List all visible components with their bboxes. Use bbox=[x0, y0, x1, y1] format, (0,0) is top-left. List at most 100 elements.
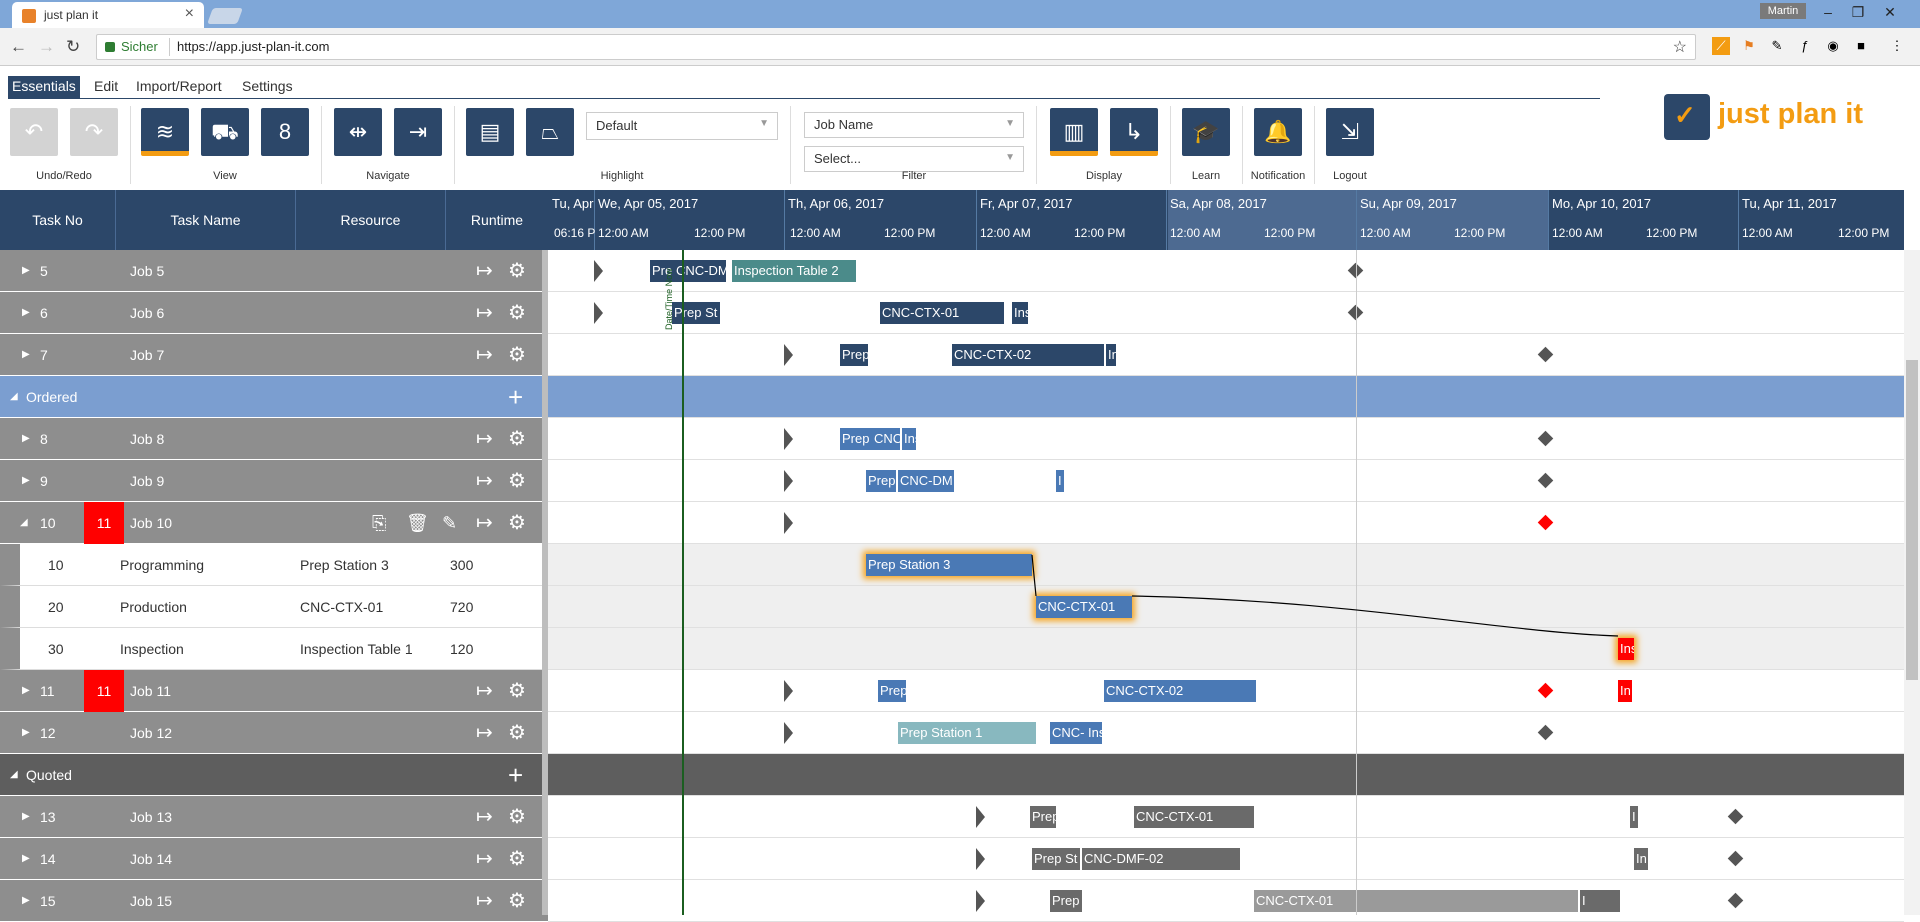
task-bar[interactable]: Prep bbox=[878, 680, 906, 702]
column-header-task-no[interactable]: Task No bbox=[0, 190, 116, 250]
gear-icon[interactable]: ⚙ bbox=[508, 712, 526, 754]
collapse-caret-icon[interactable]: ◢ bbox=[10, 754, 18, 796]
tab-essentials[interactable]: Essentials bbox=[8, 76, 80, 98]
group-row-ordered[interactable]: ◢ Ordered + bbox=[0, 376, 548, 418]
forward-icon[interactable]: → bbox=[38, 37, 55, 57]
learn-button[interactable]: 🎓 bbox=[1182, 108, 1230, 156]
bookmark-star-icon[interactable]: ☆ bbox=[1673, 37, 1687, 57]
extension-icon[interactable]: ⟋ bbox=[1712, 37, 1730, 55]
reload-icon[interactable]: ↻ bbox=[66, 37, 80, 57]
expand-caret-icon[interactable]: ▶ bbox=[22, 250, 30, 292]
pencil-icon[interactable]: ✎ bbox=[442, 502, 457, 544]
collapse-caret-icon[interactable]: ◢ bbox=[20, 502, 28, 544]
logout-button[interactable]: ⇲ bbox=[1326, 108, 1374, 156]
schedule-arrow-icon[interactable]: ↦ bbox=[476, 880, 493, 922]
collapse-timeline-button[interactable]: ⇥ bbox=[394, 108, 442, 156]
task-bar[interactable]: CNC-DMF-02 bbox=[1082, 848, 1240, 870]
schedule-arrow-icon[interactable]: ↦ bbox=[476, 292, 493, 334]
table-row[interactable]: ▶ 11 11 Job 11 ↦ ⚙ bbox=[0, 670, 548, 712]
minimize-icon[interactable]: – bbox=[1816, 4, 1840, 20]
gear-icon[interactable]: ⚙ bbox=[508, 418, 526, 460]
notification-button[interactable]: 🔔 bbox=[1254, 108, 1302, 156]
operation-row[interactable]: 30 Inspection Inspection Table 1 120 bbox=[0, 628, 548, 670]
display-columns-button[interactable]: ▥ bbox=[1050, 108, 1098, 156]
table-row[interactable]: ▶ 8 Job 8 ↦ ⚙ bbox=[0, 418, 548, 460]
operation-row[interactable]: 10 Programming Prep Station 3 300 bbox=[0, 544, 548, 586]
calendar-view-button[interactable]: 8 bbox=[261, 108, 309, 156]
table-row[interactable]: ▶ 15 Job 15 ↦ ⚙ bbox=[0, 880, 548, 922]
schedule-arrow-icon[interactable]: ↦ bbox=[476, 670, 493, 712]
expand-caret-icon[interactable]: ▶ bbox=[22, 670, 30, 712]
highlight-dropdown[interactable]: Default ▼ bbox=[586, 112, 778, 140]
schedule-arrow-icon[interactable]: ↦ bbox=[476, 460, 493, 502]
group-row-quoted[interactable]: ◢ Quoted + bbox=[0, 754, 548, 796]
schedule-arrow-icon[interactable]: ↦ bbox=[476, 250, 493, 292]
trash-icon[interactable]: 🗑 bbox=[406, 502, 429, 544]
table-row[interactable]: ▶ 5 Job 5 ↦ ⚙ bbox=[0, 250, 548, 292]
resource-view-button[interactable]: ⛟ bbox=[201, 108, 249, 156]
layers-view-button[interactable]: ≋ bbox=[141, 108, 189, 156]
gear-icon[interactable]: ⚙ bbox=[508, 460, 526, 502]
filter-field-dropdown[interactable]: Job Name ▼ bbox=[804, 112, 1024, 138]
task-bar[interactable]: Prep Station 1 bbox=[898, 722, 1036, 744]
gear-icon[interactable]: ⚙ bbox=[508, 250, 526, 292]
extension-icon[interactable]: ƒ bbox=[1796, 37, 1814, 55]
gantt-bar-button[interactable]: ⏢ bbox=[526, 108, 574, 156]
column-header-resource[interactable]: Resource bbox=[296, 190, 446, 250]
gear-icon[interactable]: ⚙ bbox=[508, 838, 526, 880]
task-bar[interactable]: In bbox=[1634, 848, 1648, 870]
close-window-icon[interactable]: ✕ bbox=[1878, 4, 1902, 21]
task-bar[interactable]: Prep Station 3 bbox=[866, 554, 1032, 576]
task-bar[interactable]: CNC-CTX-01 bbox=[1134, 806, 1254, 828]
close-tab-icon[interactable]: × bbox=[185, 5, 194, 23]
task-bar[interactable]: Prep bbox=[840, 428, 872, 450]
extension-icon[interactable]: ◉ bbox=[1824, 37, 1842, 55]
copy-icon[interactable]: ⎘ bbox=[372, 502, 386, 544]
menu-icon[interactable]: ⋮ bbox=[1888, 37, 1906, 55]
expand-caret-icon[interactable]: ▶ bbox=[22, 292, 30, 334]
display-links-button[interactable]: ↳ bbox=[1110, 108, 1158, 156]
expand-caret-icon[interactable]: ▶ bbox=[22, 712, 30, 754]
tab-settings[interactable]: Settings bbox=[238, 76, 297, 98]
expand-caret-icon[interactable]: ▶ bbox=[22, 880, 30, 922]
task-bar[interactable]: Prep St bbox=[672, 302, 720, 324]
expand-caret-icon[interactable]: ▶ bbox=[22, 796, 30, 838]
table-row[interactable]: ◢ 10 11 Job 10 ⎘ 🗑 ✎ ↦ ⚙ bbox=[0, 502, 548, 544]
extension-icon[interactable]: ✎ bbox=[1768, 37, 1786, 55]
redo-button[interactable]: ↷ bbox=[70, 108, 118, 156]
collapse-caret-icon[interactable]: ◢ bbox=[10, 376, 18, 418]
task-bar[interactable]: CNC-CTX-02 bbox=[1104, 680, 1256, 702]
extension-icon[interactable]: ■ bbox=[1852, 37, 1870, 55]
task-bar[interactable]: CNC-CTX-01 bbox=[1036, 596, 1132, 618]
gear-icon[interactable]: ⚙ bbox=[508, 880, 526, 922]
task-bar[interactable]: I bbox=[1630, 806, 1638, 828]
add-job-icon[interactable]: + bbox=[508, 754, 523, 796]
task-bar[interactable]: Ins bbox=[1086, 722, 1102, 744]
column-header-runtime[interactable]: Runtime bbox=[446, 190, 548, 250]
table-row[interactable]: ▶ 12 Job 12 ↦ ⚙ bbox=[0, 712, 548, 754]
gear-icon[interactable]: ⚙ bbox=[508, 502, 526, 544]
table-row[interactable]: ▶ 13 Job 13 ↦ ⚙ bbox=[0, 796, 548, 838]
expand-caret-icon[interactable]: ▶ bbox=[22, 460, 30, 502]
vertical-scrollbar[interactable] bbox=[1904, 250, 1920, 915]
table-row[interactable]: ▶ 7 Job 7 ↦ ⚙ bbox=[0, 334, 548, 376]
new-tab-button[interactable] bbox=[207, 8, 243, 24]
extension-icon[interactable]: ⚑ bbox=[1740, 37, 1758, 55]
task-bar[interactable]: CNC- bbox=[1050, 722, 1086, 744]
report-button[interactable]: ▤ bbox=[466, 108, 514, 156]
expand-timeline-button[interactable]: ⇹ bbox=[334, 108, 382, 156]
task-bar[interactable]: Prep bbox=[866, 470, 896, 492]
maximize-icon[interactable]: ❐ bbox=[1846, 4, 1870, 21]
gear-icon[interactable]: ⚙ bbox=[508, 796, 526, 838]
task-bar[interactable]: Ins bbox=[902, 428, 916, 450]
browser-tab[interactable]: just plan it × bbox=[12, 2, 204, 28]
task-bar[interactable]: In bbox=[1106, 344, 1116, 366]
back-icon[interactable]: ← bbox=[10, 37, 27, 57]
task-bar[interactable]: Prep bbox=[840, 344, 868, 366]
schedule-arrow-icon[interactable]: ↦ bbox=[476, 838, 493, 880]
tab-edit[interactable]: Edit bbox=[90, 76, 122, 98]
schedule-arrow-icon[interactable]: ↦ bbox=[476, 418, 493, 460]
expand-caret-icon[interactable]: ▶ bbox=[22, 418, 30, 460]
table-row[interactable]: ▶ 14 Job 14 ↦ ⚙ bbox=[0, 838, 548, 880]
gear-icon[interactable]: ⚙ bbox=[508, 670, 526, 712]
